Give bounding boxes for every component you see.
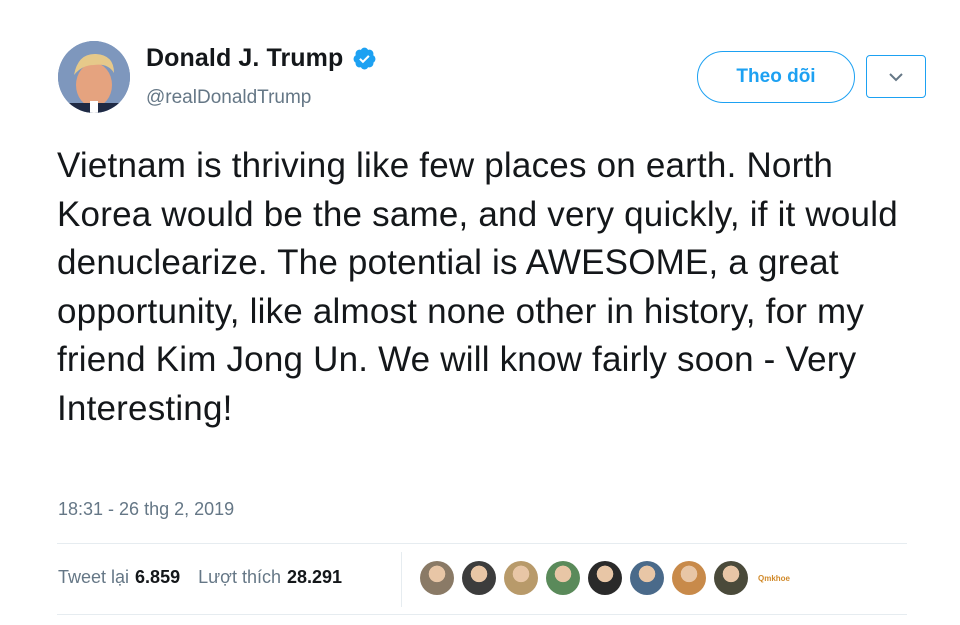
retweet-value: 6.859 xyxy=(135,567,181,587)
tweet-stats: Tweet lại 6.859 Lượt thích 28.291 xyxy=(58,567,342,588)
user-name[interactable]: Donald J. Trump xyxy=(146,44,343,73)
user-handle[interactable]: @realDonaldTrump xyxy=(146,87,311,109)
like-value: 28.291 xyxy=(286,567,343,587)
chevron-down-icon xyxy=(889,72,903,81)
liker-avatar[interactable] xyxy=(714,561,748,595)
avatar-photo xyxy=(58,41,130,113)
liker-avatar[interactable] xyxy=(504,561,538,595)
watermark-logo: Qmkhoe xyxy=(758,573,791,583)
liker-avatars: Qmkhoe xyxy=(420,561,790,595)
retweet-label: Tweet lại xyxy=(58,567,130,587)
like-label: Lượt thích xyxy=(198,567,281,587)
tweet-timestamp[interactable]: 18:31 - 26 thg 2, 2019 xyxy=(58,499,234,520)
liker-avatar[interactable] xyxy=(588,561,622,595)
tweet-text: Vietnam is thriving like few places on e… xyxy=(57,146,898,428)
liker-avatar[interactable] xyxy=(420,561,454,595)
follow-button[interactable]: Theo dõi xyxy=(697,51,855,103)
like-count[interactable]: Lượt thích 28.291 xyxy=(198,567,342,588)
divider-vertical xyxy=(401,552,402,607)
liker-avatar[interactable] xyxy=(462,561,496,595)
user-avatar[interactable] xyxy=(58,41,130,113)
liker-avatar[interactable] xyxy=(546,561,580,595)
verified-badge-icon xyxy=(352,46,377,71)
retweet-count[interactable]: Tweet lại 6.859 xyxy=(58,567,180,588)
liker-avatar[interactable] xyxy=(672,561,706,595)
more-options-button[interactable] xyxy=(866,55,926,98)
divider-bottom xyxy=(57,614,907,615)
divider-top xyxy=(57,543,907,544)
liker-avatar[interactable] xyxy=(630,561,664,595)
